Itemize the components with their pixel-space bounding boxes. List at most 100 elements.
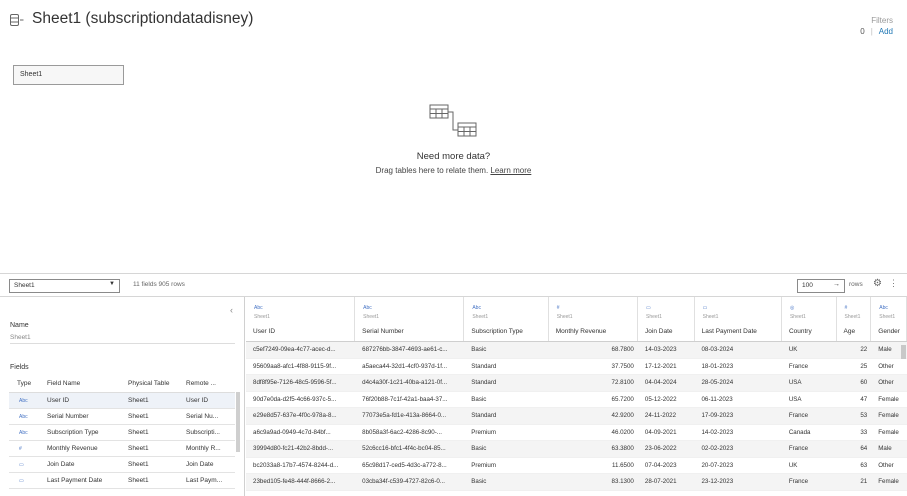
cell-serial-number[interactable]: 8b058a3f-6ac2-4286-8c90-... [355,429,464,436]
cell-user-id[interactable]: 8df8f95e-7126-48c5-9596-5f... [246,379,355,386]
field-type-icon[interactable]: ▭ [9,462,39,468]
field-row[interactable]: # Monthly Revenue Sheet1 Monthly R... [9,441,235,457]
cell-join-date[interactable]: 17-12-2021 [638,363,695,370]
column-header-gender[interactable]: Abc Sheet1 Gender [871,297,907,341]
cell-country[interactable]: UK [782,346,837,353]
cell-serial-number[interactable]: d4c4a30f-1c21-40ba-a121-0f... [355,379,464,386]
cell-last-payment-date[interactable]: 14-02-2023 [694,429,781,436]
cell-gender[interactable]: Other [871,462,907,469]
cell-serial-number[interactable]: 687276bb-3847-4693-ae61-c... [355,346,464,353]
cell-join-date[interactable]: 07-04-2023 [638,462,695,469]
header-field-name[interactable]: Field Name [39,380,122,387]
cell-join-date[interactable]: 04-04-2024 [638,379,695,386]
column-type-icon[interactable]: Abc [363,305,372,311]
cell-subscription-type[interactable]: Standard [464,412,548,419]
cell-last-payment-date[interactable]: 17-09-2023 [694,412,781,419]
cell-subscription-type[interactable]: Standard [464,379,548,386]
cell-user-id[interactable]: 23bed105-fe48-444f-8666-2... [246,478,355,485]
column-header-serial-number[interactable]: Abc Sheet1 Serial Number [355,297,465,341]
cell-join-date[interactable]: 04-09-2021 [638,429,695,436]
table-row[interactable]: c5ef7249-09ea-4c77-acec-d... 687276bb-384… [246,342,907,359]
cell-user-id[interactable]: 95609aa8-afc1-4f88-9115-9f... [246,363,355,370]
column-type-icon[interactable]: ▭ [646,305,651,311]
cell-serial-number[interactable]: 76f20b88-7c1f-42a1-baa4-37... [355,396,464,403]
cell-country[interactable]: France [782,363,837,370]
column-header-monthly-revenue[interactable]: # Sheet1 Monthly Revenue [549,297,639,341]
cell-serial-number[interactable]: a5aeca44-32d1-4cf0-937d-1f... [355,363,464,370]
cell-country[interactable]: France [782,478,837,485]
cell-country[interactable]: France [782,445,837,452]
field-type-icon[interactable]: # [9,446,39,452]
field-type-icon[interactable]: Abc [9,430,39,436]
column-type-icon[interactable]: # [845,305,848,311]
column-header-age[interactable]: # Sheet1 Age [837,297,872,341]
cell-join-date[interactable]: 28-07-2021 [638,478,695,485]
cell-serial-number[interactable]: 03cba34f-c539-4727-82c6-0... [355,478,464,485]
cell-age[interactable]: 64 [836,445,871,452]
field-type-icon[interactable]: Abc [9,414,39,420]
table-row[interactable]: a6c9a9ad-0949-4c7d-84bf... 8b058a3f-6ac2-… [246,425,907,441]
cell-age[interactable]: 33 [836,429,871,436]
cell-user-id[interactable]: bc2033a8-17b7-4574-8244-d... [246,462,355,469]
field-row[interactable]: Abc Serial Number Sheet1 Serial Nu... [9,409,235,425]
cell-monthly-revenue[interactable]: 68.7800 [549,346,638,353]
column-type-icon[interactable]: # [557,305,560,311]
cell-last-payment-date[interactable]: 18-01-2023 [694,363,781,370]
cell-age[interactable]: 60 [836,379,871,386]
cell-monthly-revenue[interactable]: 46.0200 [549,429,638,436]
rows-input[interactable]: 100 → [797,279,845,293]
name-value[interactable]: Sheet1 [10,334,31,341]
cell-gender[interactable]: Other [871,363,907,370]
column-type-icon[interactable]: Abc [254,305,263,311]
table-row[interactable]: 90d7e0da-d2f5-4c66-937c-5... 76f20b88-7c1… [246,392,907,408]
cell-subscription-type[interactable]: Basic [464,445,548,452]
table-row[interactable]: e29e8d57-637e-4f0c-978a-8... 77073e5a-fd1… [246,408,907,425]
cell-user-id[interactable]: c5ef7249-09ea-4c77-acec-d... [246,346,355,353]
page-title[interactable]: Sheet1 (subscriptiondatadisney) [32,10,253,28]
column-header-join-date[interactable]: ▭ Sheet1 Join Date [638,297,695,341]
column-type-icon[interactable]: ▭ [703,305,708,311]
panel-divider[interactable] [244,297,245,496]
add-filter-link[interactable]: Add [879,26,893,37]
cell-age[interactable]: 22 [836,346,871,353]
cell-gender[interactable]: Female [871,412,907,419]
cell-age[interactable]: 25 [836,363,871,370]
cell-serial-number[interactable]: 77073e5a-fd1e-413a-8664-0... [355,412,464,419]
column-type-icon[interactable]: ◎ [790,305,794,311]
cell-monthly-revenue[interactable]: 11.6500 [549,462,638,469]
cell-monthly-revenue[interactable]: 83.1300 [549,478,638,485]
cell-join-date[interactable]: 14-03-2023 [638,346,695,353]
cell-user-id[interactable]: e29e8d57-637e-4f0c-978a-8... [246,412,355,419]
cell-gender[interactable]: Female [871,429,907,436]
collapse-panel-icon[interactable]: ‹ [230,305,233,315]
header-type[interactable]: Type [9,380,39,387]
cell-last-payment-date[interactable]: 08-03-2024 [694,346,781,353]
field-type-icon[interactable]: ▭ [9,478,39,484]
cell-user-id[interactable]: a6c9a9ad-0949-4c7d-84bf... [246,429,355,436]
learn-more-link[interactable]: Learn more [490,166,531,175]
cell-subscription-type[interactable]: Standard [464,363,548,370]
grid-scrollbar[interactable] [901,345,906,359]
column-type-icon[interactable]: Abc [472,305,481,311]
cell-join-date[interactable]: 23-06-2022 [638,445,695,452]
header-physical-table[interactable]: Physical Table [122,380,180,387]
column-type-icon[interactable]: Abc [879,305,888,311]
table-row[interactable]: bc2033a8-17b7-4574-8244-d... 65c98d17-ced… [246,458,907,474]
column-header-user-id[interactable]: Abc Sheet1 User ID [246,297,356,341]
cell-age[interactable]: 47 [836,396,871,403]
cell-country[interactable]: France [782,412,837,419]
cell-last-payment-date[interactable]: 02-02-2023 [694,445,781,452]
cell-join-date[interactable]: 24-11-2022 [638,412,695,419]
column-header-last-payment-date[interactable]: ▭ Sheet1 Last Payment Date [695,297,782,341]
more-options-icon[interactable]: ⋮ [889,278,898,289]
cell-age[interactable]: 53 [836,412,871,419]
cell-age[interactable]: 63 [836,462,871,469]
metadata-scrollbar[interactable] [236,392,240,452]
cell-gender[interactable]: Female [871,478,907,485]
cell-age[interactable]: 21 [836,478,871,485]
field-row[interactable]: ▭ Last Payment Date Sheet1 Last Paym... [9,473,235,489]
cell-subscription-type[interactable]: Basic [464,478,548,485]
cell-last-payment-date[interactable]: 23-12-2023 [694,478,781,485]
gear-icon[interactable]: ⚙ [873,278,882,289]
field-row[interactable]: ▭ Join Date Sheet1 Join Date [9,457,235,473]
